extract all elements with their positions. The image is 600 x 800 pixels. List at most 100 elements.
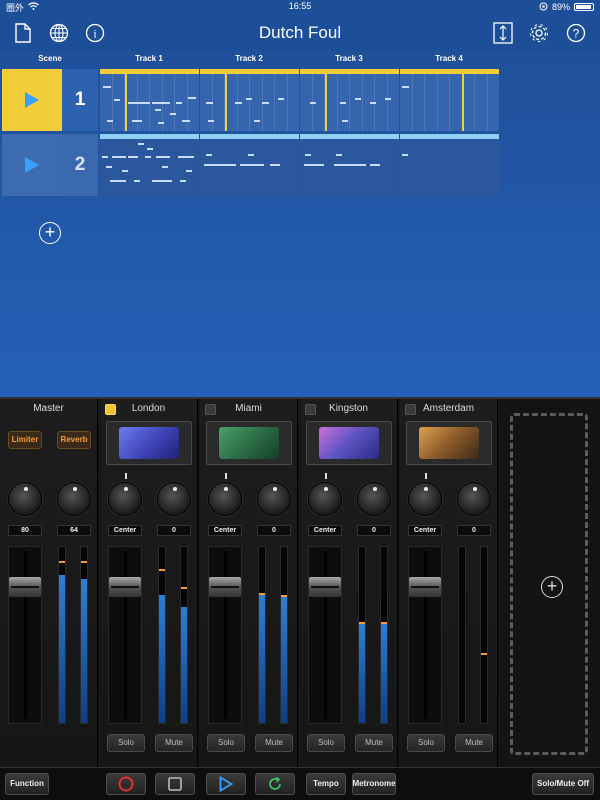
add-channel-button[interactable]: +: [541, 576, 563, 598]
fader-handle[interactable]: [409, 577, 441, 597]
send-knob[interactable]: [457, 482, 491, 516]
send-knob[interactable]: [257, 482, 291, 516]
record-button[interactable]: [106, 773, 146, 795]
fader-handle[interactable]: [209, 577, 241, 597]
send-value: 0: [357, 525, 391, 536]
master-strip: Master Limiter Reverb 80 64: [0, 399, 98, 767]
gear-icon[interactable]: [528, 22, 550, 44]
pan-knob[interactable]: [108, 482, 142, 516]
add-channel-area[interactable]: +: [510, 413, 588, 755]
channel-name: Kingston: [329, 403, 368, 414]
send-value: 0: [157, 525, 191, 536]
status-time: 16:55: [288, 1, 312, 11]
send-knob[interactable]: [357, 482, 391, 516]
clip-scene1-track2[interactable]: [200, 69, 299, 131]
solo-button[interactable]: Solo: [107, 734, 145, 752]
instrument-thumbnail[interactable]: [206, 421, 292, 465]
clip-scene2-track4[interactable]: [400, 134, 499, 196]
channel-name: Miami: [235, 403, 262, 414]
channel-fader[interactable]: [108, 546, 142, 724]
scene-number: 1: [62, 69, 98, 131]
level-meter-right: [480, 546, 488, 724]
clip-scene2-track2[interactable]: [200, 134, 299, 196]
analog-synth-image: [419, 427, 479, 459]
clip-scene1-track4[interactable]: [400, 69, 499, 131]
mute-button[interactable]: Mute: [455, 734, 493, 752]
send-knob[interactable]: [157, 482, 191, 516]
channel-strip-amsterdam: Amsterdam Center 0 Solo Mute: [400, 399, 498, 767]
reverb-button[interactable]: Reverb: [57, 431, 91, 449]
channel-strip-london: London Center 0 Solo Mute: [100, 399, 198, 767]
send-value: 0: [257, 525, 291, 536]
scene-play-button[interactable]: [2, 134, 62, 196]
instrument-thumbnail[interactable]: [106, 421, 192, 465]
level-meter-right: [180, 546, 188, 724]
play-icon: [25, 157, 39, 173]
instrument-thumbnail[interactable]: [306, 421, 392, 465]
scene-row-1[interactable]: 1: [2, 69, 98, 131]
send-value: 0: [457, 525, 491, 536]
solo-button[interactable]: Solo: [407, 734, 445, 752]
instrument-thumbnail[interactable]: [406, 421, 492, 465]
track-header-3[interactable]: Track 3: [300, 52, 398, 66]
pan-knob[interactable]: [408, 482, 442, 516]
level-meter-left: [258, 546, 266, 724]
level-meter-right: [80, 546, 88, 724]
mute-button[interactable]: Mute: [255, 734, 293, 752]
fader-handle[interactable]: [9, 577, 41, 597]
track-header-1[interactable]: Track 1: [100, 52, 198, 66]
pan-value: Center: [308, 525, 342, 536]
pan-knob[interactable]: [208, 482, 242, 516]
fader-handle[interactable]: [109, 577, 141, 597]
mixer-panel: Master Limiter Reverb 80 64 London Cente…: [0, 397, 600, 767]
keyboard-synth-image: [319, 427, 379, 459]
status-bar: 圏外 16:55 89%: [0, 0, 600, 14]
stop-button[interactable]: [155, 773, 195, 795]
battery-icon: [574, 3, 594, 11]
master-name: Master: [33, 403, 64, 414]
channel-fader[interactable]: [308, 546, 342, 724]
scene-play-button[interactable]: [2, 69, 62, 131]
limiter-button[interactable]: Limiter: [8, 431, 42, 449]
export-icon[interactable]: [492, 22, 514, 44]
level-meter-left: [458, 546, 466, 724]
master-knob-1[interactable]: [8, 482, 42, 516]
pan-value: Center: [108, 525, 142, 536]
master-value-1: 80: [8, 525, 42, 536]
tempo-button[interactable]: Tempo: [306, 773, 346, 795]
channel-strip-kingston: Kingston Center 0 Solo Mute: [300, 399, 398, 767]
clip-scene2-track3[interactable]: [300, 134, 399, 196]
pan-value: Center: [408, 525, 442, 536]
solo-button[interactable]: Solo: [307, 734, 345, 752]
play-button[interactable]: [206, 773, 246, 795]
clip-scene1-track1[interactable]: [100, 69, 199, 131]
mute-button[interactable]: Mute: [355, 734, 393, 752]
track-header-4[interactable]: Track 4: [400, 52, 498, 66]
fader-handle[interactable]: [309, 577, 341, 597]
playhead: [462, 74, 464, 131]
record-icon: [118, 776, 134, 792]
scene-number: 2: [62, 134, 98, 196]
mute-button[interactable]: Mute: [155, 734, 193, 752]
level-meter-left: [358, 546, 366, 724]
scene-row-2[interactable]: 2: [2, 134, 98, 196]
scene-column-header: Scene: [38, 54, 62, 63]
pan-knob[interactable]: [308, 482, 342, 516]
solo-button[interactable]: Solo: [207, 734, 245, 752]
clip-scene2-track1[interactable]: [100, 134, 199, 196]
metronome-button[interactable]: Metronome: [352, 773, 396, 795]
clip-scene1-track3[interactable]: [300, 69, 399, 131]
channel-fader[interactable]: [408, 546, 442, 724]
master-fader[interactable]: [8, 546, 42, 724]
add-scene-button[interactable]: +: [39, 222, 61, 244]
loop-button[interactable]: [255, 773, 295, 795]
help-icon[interactable]: ?: [565, 22, 587, 44]
channel-strip-miami: Miami Center 0 Solo Mute: [200, 399, 298, 767]
playhead: [325, 74, 327, 131]
playhead: [225, 74, 227, 131]
function-button[interactable]: Function: [5, 773, 49, 795]
channel-fader[interactable]: [208, 546, 242, 724]
master-knob-2[interactable]: [57, 482, 91, 516]
solo-mute-off-button[interactable]: Solo/Mute Off: [532, 773, 594, 795]
track-header-2[interactable]: Track 2: [200, 52, 298, 66]
